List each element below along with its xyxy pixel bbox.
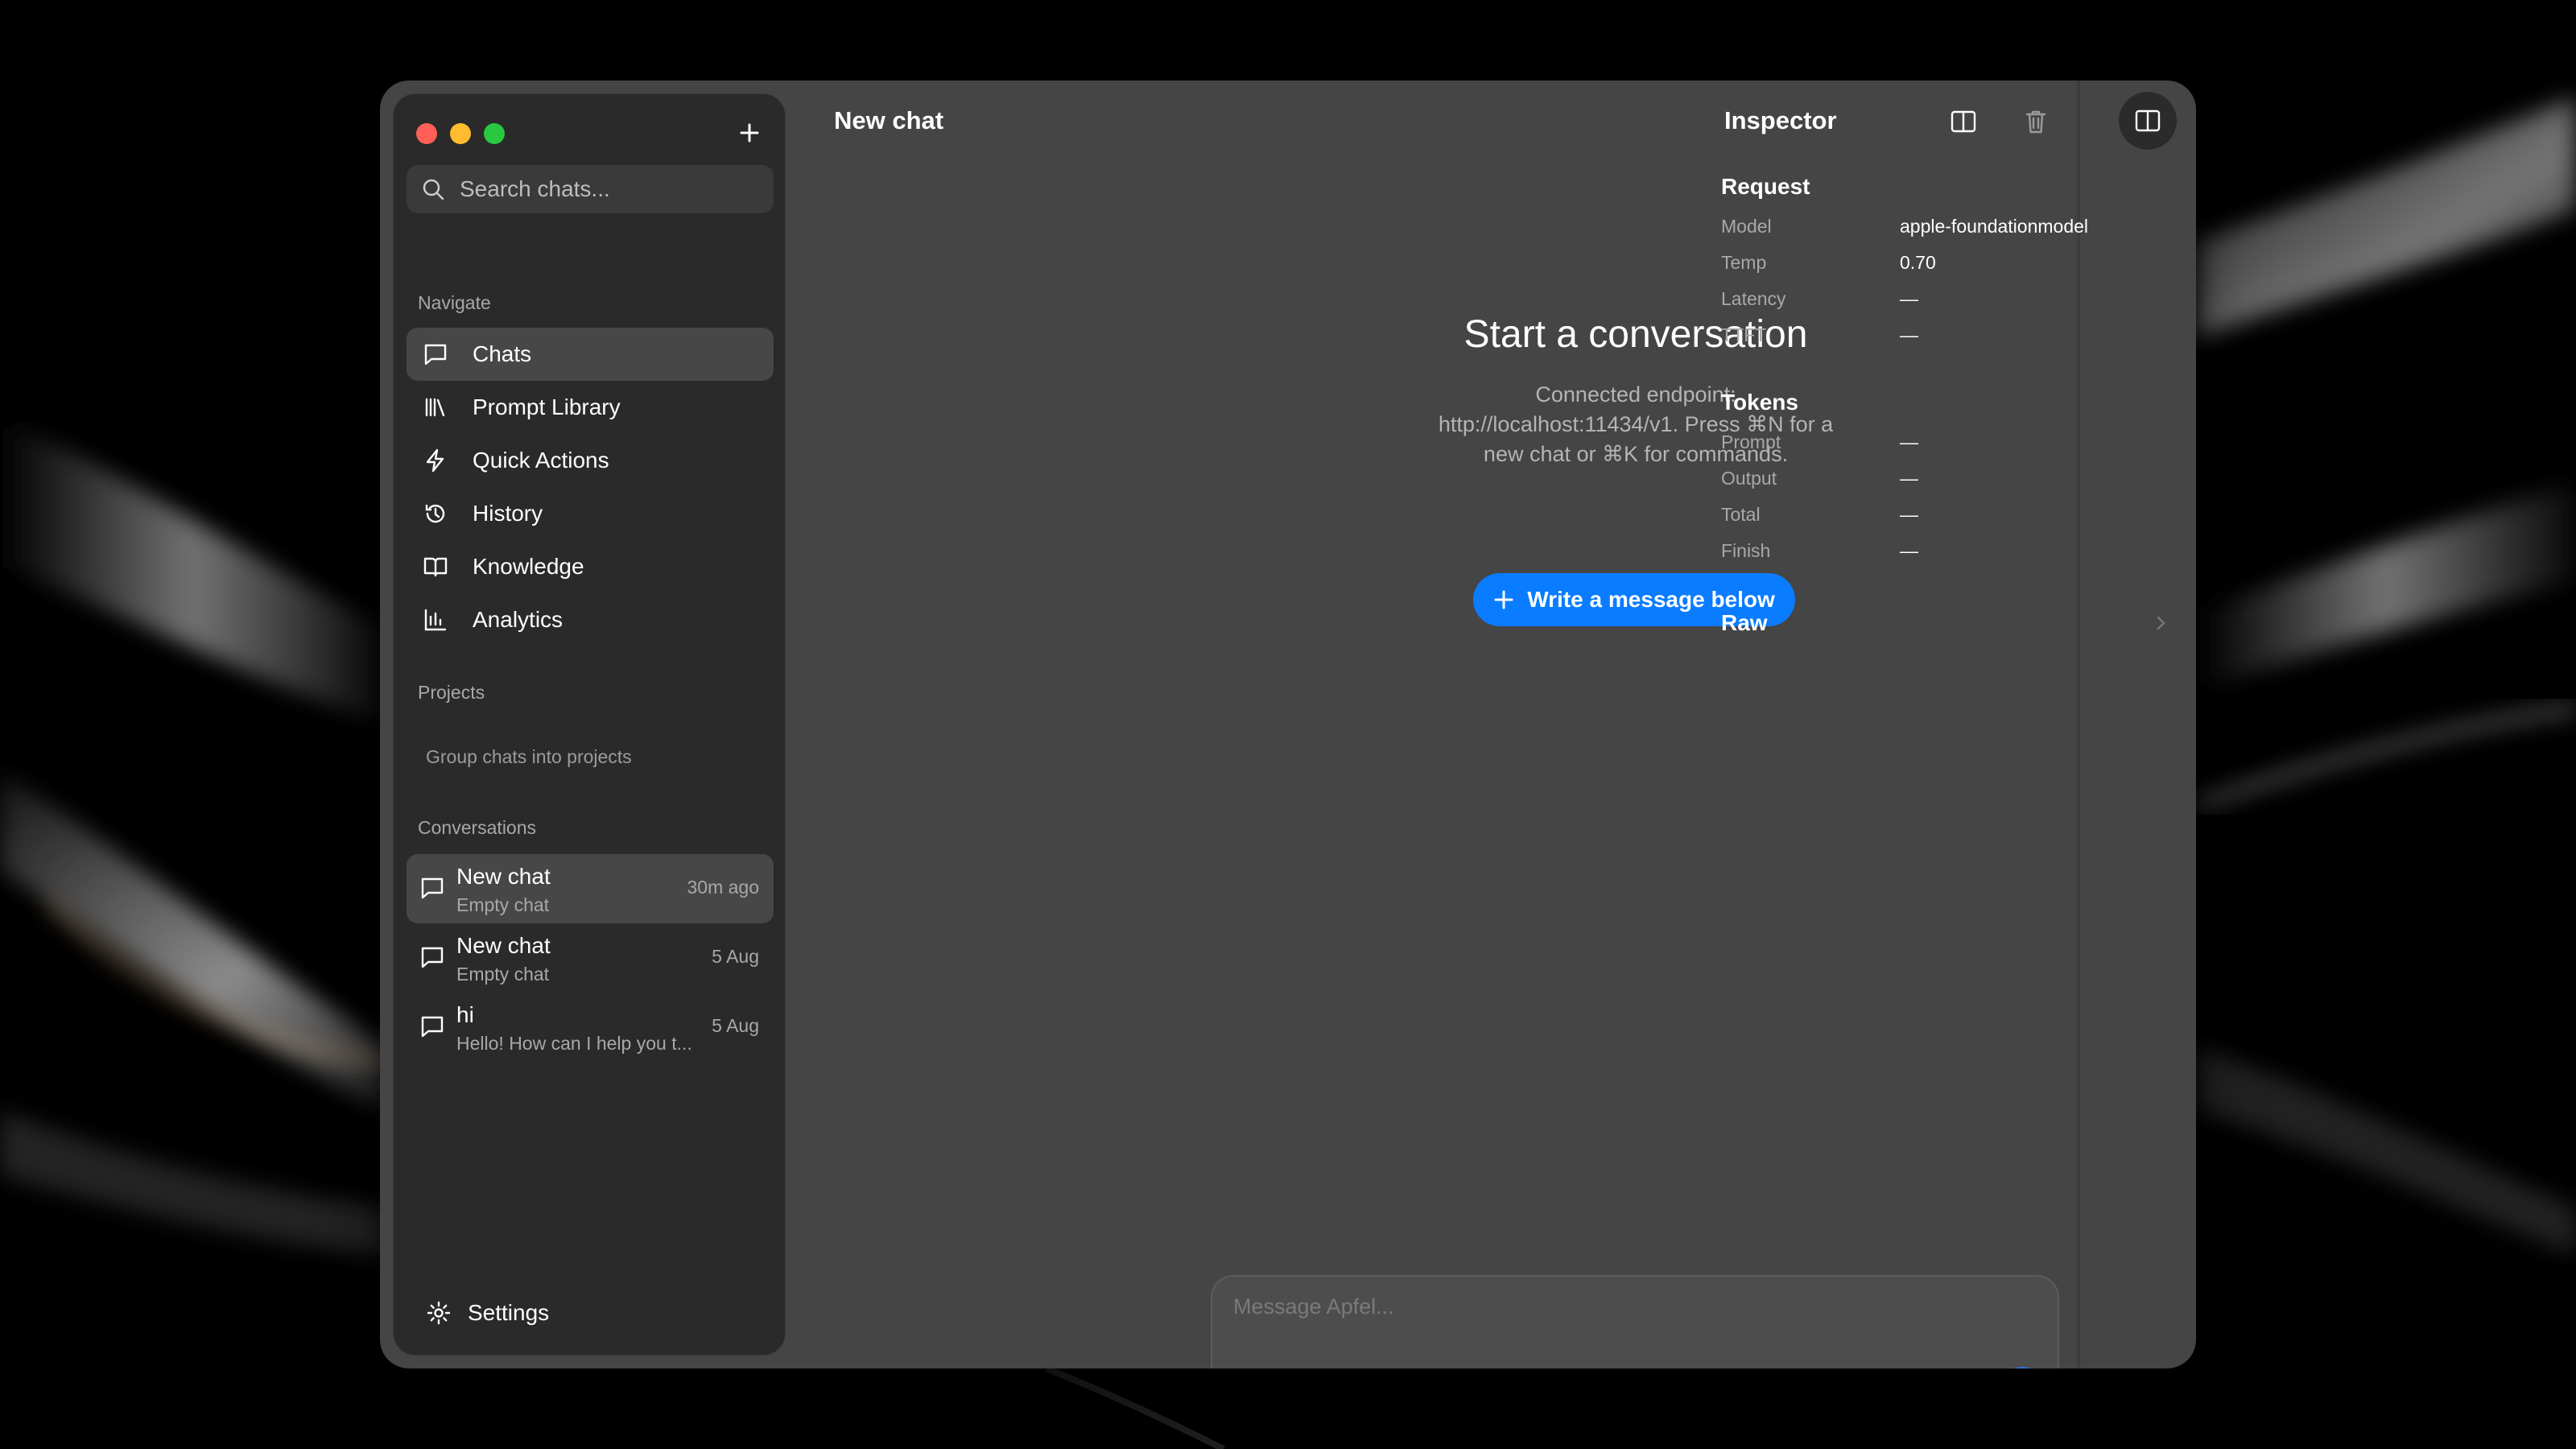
- chevron-right-icon: [2157, 616, 2165, 630]
- window-controls: [416, 123, 505, 144]
- plus-icon: [740, 123, 759, 142]
- projects-empty-hint: Group chats into projects: [426, 746, 632, 767]
- sidebar-right-icon: [2135, 109, 2161, 132]
- new-chat-button[interactable]: [733, 117, 766, 149]
- nav-item-history[interactable]: History: [407, 487, 774, 540]
- conversation-item[interactable]: New chat Empty chat 5 Aug: [407, 923, 774, 993]
- nav-list: Chats Prompt Library Quick Actions Histo…: [407, 328, 774, 646]
- navigate-section-label: Navigate: [418, 292, 491, 313]
- delete-chat-button[interactable]: [2017, 103, 2054, 140]
- nav-item-quick-actions[interactable]: Quick Actions: [407, 434, 774, 487]
- nav-item-label: Analytics: [473, 607, 564, 632]
- empty-state-subtitle: Connected endpoint: http://localhost:114…: [1201, 380, 2070, 469]
- sidebar-toggle-icon: [1951, 110, 1976, 133]
- chat-title: New chat: [834, 106, 944, 134]
- nav-item-label: History: [473, 501, 543, 526]
- message-composer: apple-foundationmodel: [1211, 1275, 2059, 1368]
- chat-bubble-icon: [424, 344, 447, 365]
- raw-disclosure[interactable]: Raw: [1721, 610, 2169, 636]
- empty-state-line: Connected endpoint:: [1535, 382, 1736, 407]
- conversation-date: 5 Aug: [712, 1015, 759, 1036]
- conversation-title: New chat: [456, 864, 551, 889]
- conversation-preview: Empty chat: [456, 894, 550, 915]
- search-input[interactable]: [458, 175, 767, 203]
- nav-item-chats[interactable]: Chats: [407, 328, 774, 381]
- app-window: Navigate Chats Prompt Library Quick Acti…: [380, 80, 2196, 1368]
- nav-item-label: Quick Actions: [473, 448, 609, 473]
- zoom-window-button[interactable]: [484, 123, 505, 144]
- search-bar[interactable]: [407, 165, 774, 213]
- conversation-date: 5 Aug: [712, 946, 759, 967]
- toggle-inspector-button[interactable]: [2119, 92, 2177, 150]
- nav-item-label: Knowledge: [473, 554, 584, 579]
- bar-chart-icon: [424, 609, 447, 631]
- history-icon: [425, 504, 445, 523]
- nav-item-label: Chats: [473, 341, 532, 366]
- conversation-preview: Empty chat: [456, 964, 550, 985]
- chat-bubble-icon: [421, 877, 444, 899]
- conversations-section-label: Conversations: [418, 817, 537, 838]
- conversation-item[interactable]: hi Hello! How can I help you t... 5 Aug: [407, 993, 774, 1062]
- empty-state-line: new chat or ⌘K for commands.: [1483, 442, 1789, 466]
- close-window-button[interactable]: [416, 123, 437, 144]
- message-input[interactable]: [1232, 1293, 2024, 1344]
- bolt-icon: [426, 448, 444, 473]
- send-button[interactable]: [2000, 1367, 2045, 1368]
- sidebar: Navigate Chats Prompt Library Quick Acti…: [393, 93, 786, 1356]
- toggle-sidebar-button[interactable]: [1945, 103, 1982, 140]
- nav-item-analytics[interactable]: Analytics: [407, 593, 774, 646]
- gear-icon: [427, 1301, 451, 1325]
- conversation-title: New chat: [456, 933, 551, 958]
- plus-icon: [1494, 590, 1513, 609]
- inspector-divider: [2079, 80, 2080, 1368]
- projects-section-label: Projects: [418, 682, 485, 703]
- settings-label: Settings: [468, 1300, 550, 1325]
- empty-state-title: Start a conversation: [1463, 313, 1808, 356]
- trash-icon: [2025, 110, 2046, 134]
- nav-item-prompt-library[interactable]: Prompt Library: [407, 381, 774, 434]
- nav-item-label: Prompt Library: [473, 394, 621, 419]
- minimize-window-button[interactable]: [450, 123, 471, 144]
- conversation-list: New chat Empty chat 30m ago New chat Emp…: [407, 854, 774, 1062]
- raw-label: Raw: [1721, 610, 1768, 635]
- chat-bubble-icon: [421, 1016, 444, 1038]
- settings-button[interactable]: Settings: [426, 1300, 549, 1326]
- library-icon: [425, 398, 445, 417]
- conversation-item[interactable]: New chat Empty chat 30m ago: [407, 854, 774, 923]
- empty-state-line: http://localhost:11434/v1. Press ⌘N for …: [1438, 412, 1834, 436]
- book-icon: [423, 557, 448, 577]
- conversation-date: 30m ago: [687, 877, 759, 898]
- conversation-title: hi: [456, 1002, 474, 1027]
- write-message-label: Write a message below: [1527, 587, 1775, 612]
- search-icon: [423, 179, 444, 200]
- chat-bubble-icon: [421, 947, 444, 968]
- inspector-spacer: [2077, 80, 2196, 1368]
- conversation-preview: Hello! How can I help you t...: [456, 1033, 692, 1054]
- nav-item-knowledge[interactable]: Knowledge: [407, 540, 774, 593]
